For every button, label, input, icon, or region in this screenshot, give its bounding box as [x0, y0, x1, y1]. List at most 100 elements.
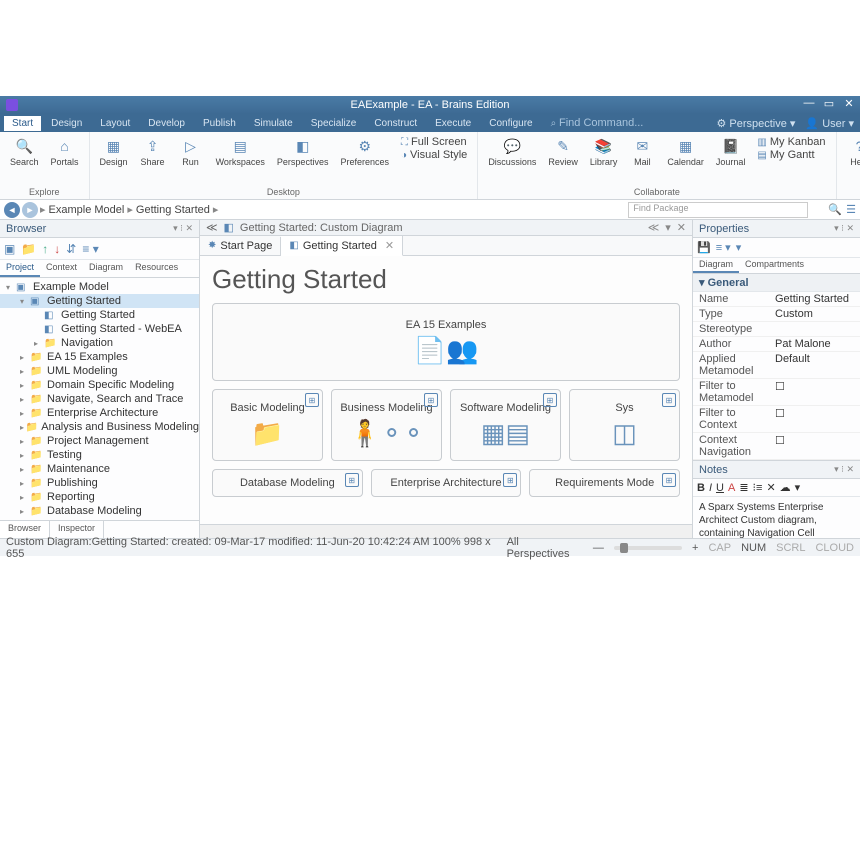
- props-row[interactable]: AuthorPat Malone: [693, 337, 860, 352]
- mygantt-button[interactable]: ▤My Gantt: [757, 149, 825, 161]
- library-button[interactable]: 📚Library: [586, 134, 622, 186]
- tree-node[interactable]: ◧Getting Started: [0, 308, 199, 322]
- nav-next-icon[interactable]: ≪: [648, 221, 660, 234]
- find-package-input[interactable]: Find Package: [628, 202, 808, 218]
- find-command[interactable]: ⌕ Find Command...: [551, 117, 644, 129]
- underline-button[interactable]: U: [716, 482, 724, 494]
- numbered-button[interactable]: ⁝≡: [753, 481, 763, 494]
- nav-cell[interactable]: ⊞Basic Modeling📁: [212, 389, 323, 461]
- tree-node[interactable]: ◧Getting Started - WebEA: [0, 322, 199, 336]
- nav-cell[interactable]: ⊞Database Modeling: [212, 469, 363, 497]
- zoom-out-button[interactable]: —: [593, 542, 604, 554]
- new-package-icon[interactable]: 📁: [21, 242, 36, 256]
- nav-prev-icon[interactable]: ≪: [206, 221, 218, 234]
- visualstyle-button[interactable]: ◑Visual Style: [401, 149, 467, 161]
- zoom-in-button[interactable]: +: [692, 542, 698, 554]
- menu-design[interactable]: Design: [43, 116, 90, 131]
- close-button[interactable]: ✕: [842, 97, 856, 110]
- run-button[interactable]: ▷Run: [174, 134, 208, 186]
- status-perspectives[interactable]: All Perspectives: [507, 536, 583, 560]
- user-menu[interactable]: 👤 User ▾: [805, 117, 854, 130]
- mykanban-button[interactable]: ▥My Kanban: [757, 136, 825, 148]
- browser-tab-resources[interactable]: Resources: [129, 260, 184, 277]
- menu-construct[interactable]: Construct: [366, 116, 425, 131]
- menu-layout[interactable]: Layout: [92, 116, 138, 131]
- menu-develop[interactable]: Develop: [140, 116, 193, 131]
- tree-node[interactable]: ▾▣Getting Started: [0, 294, 199, 308]
- tree-node[interactable]: ▸📁EA 15 Examples: [0, 350, 199, 364]
- props-tab-compartments[interactable]: Compartments: [739, 258, 810, 273]
- bullets-button[interactable]: ≣: [739, 481, 748, 494]
- list-icon[interactable]: ≡ ▾: [716, 241, 731, 254]
- save-icon[interactable]: 💾: [697, 241, 711, 254]
- notes-text[interactable]: A Sparx Systems Enterprise Architect Cus…: [693, 497, 860, 538]
- tree-node[interactable]: ▸📁Publishing: [0, 476, 199, 490]
- share-button[interactable]: ⇪Share: [136, 134, 170, 186]
- menu-publish[interactable]: Publish: [195, 116, 244, 131]
- props-row[interactable]: Stereotype: [693, 322, 860, 337]
- menu-configure[interactable]: Configure: [481, 116, 540, 131]
- new-model-icon[interactable]: ▣: [4, 242, 15, 256]
- zoom-slider[interactable]: [614, 546, 682, 550]
- nav-cell[interactable]: ⊞Sys◫: [569, 389, 680, 461]
- nav-cell[interactable]: ⊞Software Modeling▦▤: [450, 389, 561, 461]
- props-row[interactable]: Context Navigation☐: [693, 433, 860, 460]
- tree-node[interactable]: ▸📁Maintenance: [0, 462, 199, 476]
- tree-node[interactable]: ▸📁Project Management: [0, 434, 199, 448]
- close-diagram-icon[interactable]: ✕: [677, 221, 686, 234]
- props-row[interactable]: Filter to Metamodel☐: [693, 379, 860, 406]
- tree-node[interactable]: ▾▣Example Model: [0, 280, 199, 294]
- fullscreen-button[interactable]: ⛶Full Screen: [401, 136, 467, 148]
- maximize-button[interactable]: ▭: [822, 97, 836, 110]
- doc-tab[interactable]: ✸Start Page: [200, 237, 281, 255]
- minimize-button[interactable]: —: [802, 97, 816, 110]
- link-button[interactable]: ☁: [780, 481, 791, 494]
- nav-cell[interactable]: ⊞Enterprise Architecture: [371, 469, 522, 497]
- nav-cell-hero[interactable]: EA 15 Examples 📄👥: [212, 303, 680, 381]
- nav-back-button[interactable]: ◄: [4, 202, 20, 218]
- breadcrumb-item[interactable]: Getting Started: [136, 204, 210, 216]
- nav-forward-button[interactable]: ►: [22, 202, 38, 218]
- menu-specialize[interactable]: Specialize: [303, 116, 365, 131]
- help-button[interactable]: ?Help: [843, 134, 860, 186]
- review-button[interactable]: ✎Review: [544, 134, 582, 186]
- perspectives-button[interactable]: ◧Perspectives: [273, 134, 333, 186]
- tree-node[interactable]: ▸📁Reporting: [0, 490, 199, 504]
- design-button[interactable]: ▦Design: [96, 134, 132, 186]
- portals-button[interactable]: ⌂Portals: [47, 134, 83, 186]
- browser-tab-diagram[interactable]: Diagram: [83, 260, 129, 277]
- preferences-button[interactable]: ⚙Preferences: [336, 134, 393, 186]
- breadcrumb-item[interactable]: Example Model: [49, 204, 125, 216]
- options-icon[interactable]: ☰: [846, 203, 856, 216]
- up-icon[interactable]: ↑: [42, 242, 48, 256]
- italic-button[interactable]: I: [709, 482, 712, 494]
- tree-node[interactable]: ▸📁Analysis and Business Modeling: [0, 420, 199, 434]
- tree-node[interactable]: ▸📁Domain Specific Modeling: [0, 378, 199, 392]
- perspective-menu[interactable]: ⚙ Perspective ▾: [716, 117, 795, 130]
- props-row[interactable]: Applied MetamodelDefault: [693, 352, 860, 379]
- journal-button[interactable]: 📓Journal: [712, 134, 750, 186]
- browser-tab-context[interactable]: Context: [40, 260, 83, 277]
- props-tab-diagram[interactable]: Diagram: [693, 258, 739, 273]
- clear-button[interactable]: ✕: [766, 481, 775, 494]
- menu-execute[interactable]: Execute: [427, 116, 479, 131]
- tree-node[interactable]: ▸📁Testing: [0, 448, 199, 462]
- tree-node[interactable]: ▸📁Navigation: [0, 336, 199, 350]
- panel-controls[interactable]: ▾ ⁝ ✕: [834, 223, 854, 234]
- diagram-canvas[interactable]: Getting Started EA 15 Examples 📄👥 ⊞Basic…: [200, 256, 692, 524]
- props-section[interactable]: ▾ General: [693, 274, 860, 292]
- props-row[interactable]: Filter to Context☐: [693, 406, 860, 433]
- search-button[interactable]: 🔍Search: [6, 134, 43, 186]
- doc-tab[interactable]: ◧Getting Started✕: [281, 236, 403, 256]
- search-icon[interactable]: 🔍: [828, 203, 842, 216]
- down-icon[interactable]: ▾: [736, 241, 742, 254]
- panel-controls[interactable]: ▾ ⁝ ✕: [834, 464, 854, 475]
- down-icon[interactable]: ↓: [54, 242, 60, 256]
- workspaces-button[interactable]: ▤Workspaces: [212, 134, 269, 186]
- color-button[interactable]: A: [728, 482, 735, 494]
- more-icon[interactable]: ▾: [795, 481, 801, 494]
- nav-cell[interactable]: ⊞Requirements Mode: [529, 469, 680, 497]
- props-row[interactable]: NameGetting Started: [693, 292, 860, 307]
- hamburger-icon[interactable]: ≡ ▾: [82, 242, 98, 256]
- tree-node[interactable]: ▸📁Database Modeling: [0, 504, 199, 518]
